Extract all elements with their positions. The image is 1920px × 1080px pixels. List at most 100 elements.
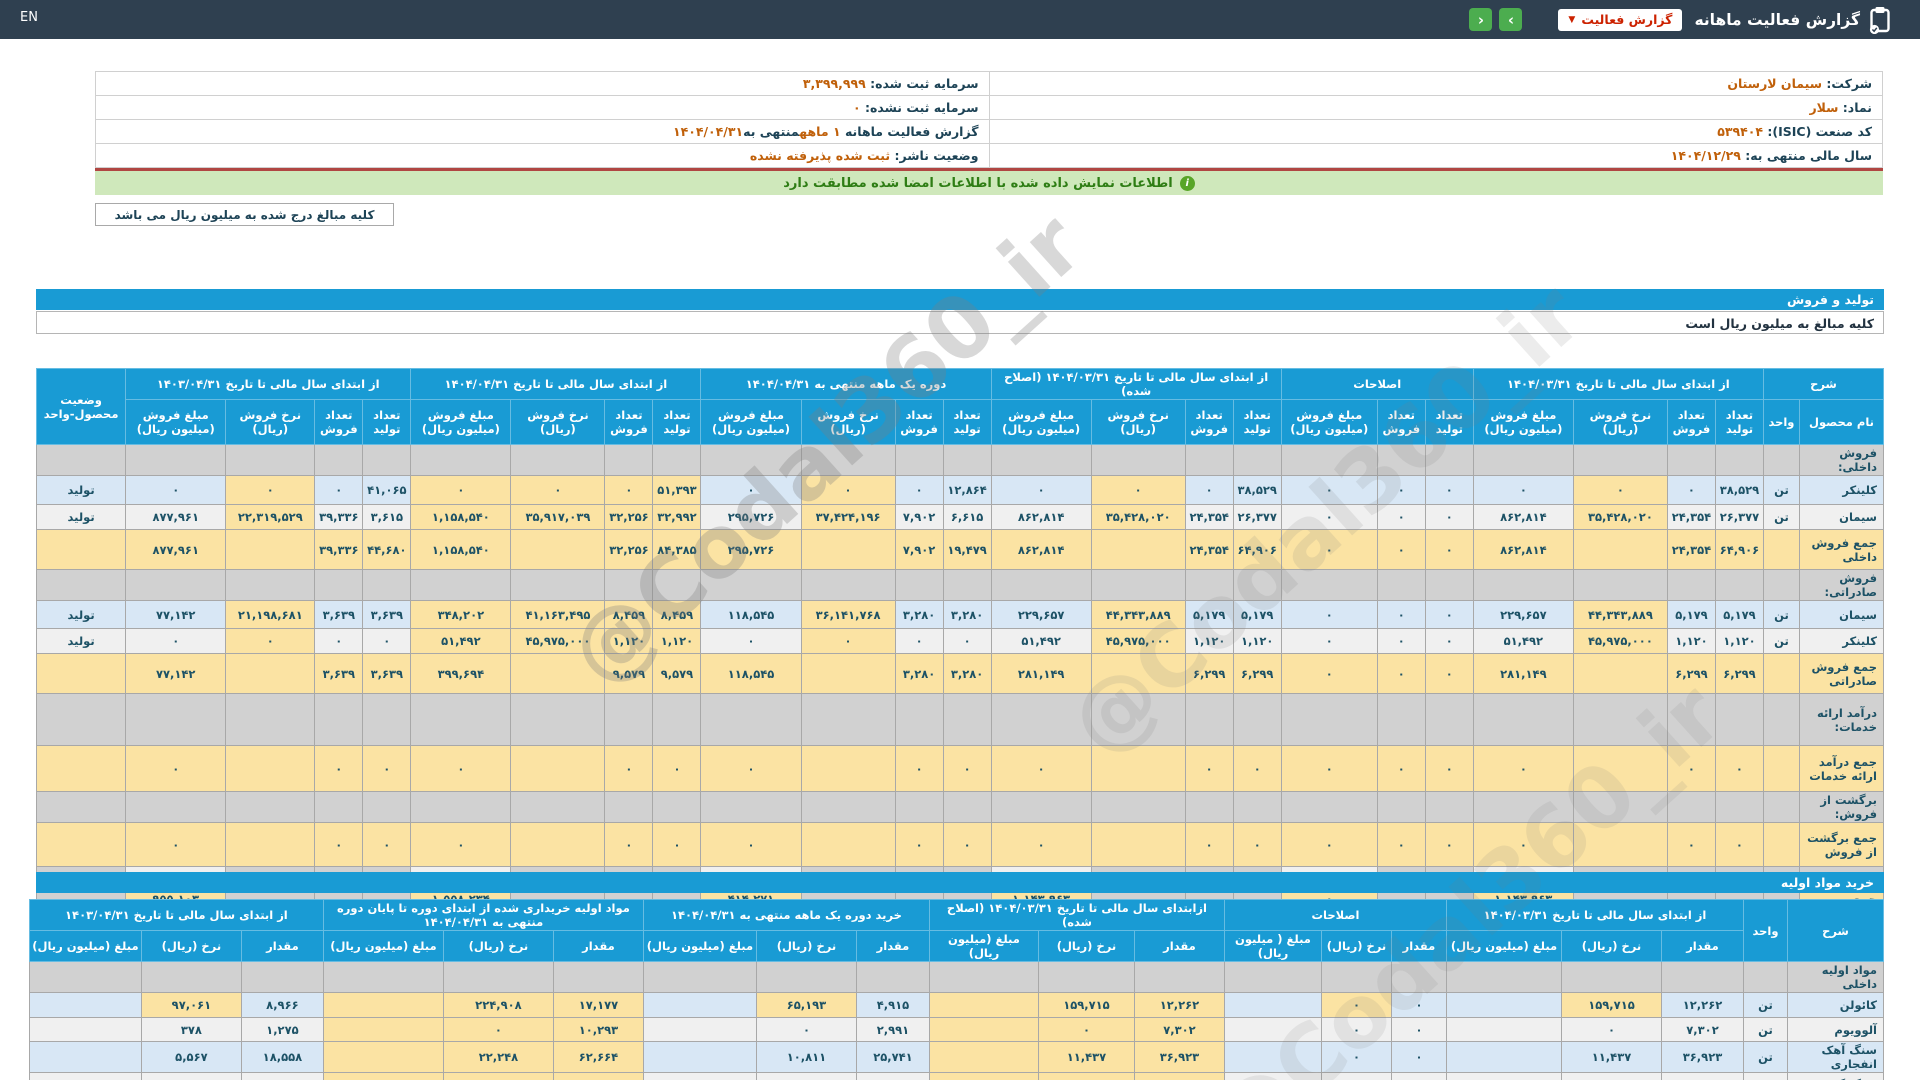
cell: ۲۹۵,۷۲۶ [700, 529, 802, 570]
cell: ۰ [362, 628, 412, 654]
group-header: دوره یک ماهه منتهی به ۱۴۰۴/۰۴/۳۱ [700, 368, 992, 400]
cell: ۰ [362, 745, 412, 792]
cell: ۲۶,۳۷۷ [1714, 504, 1764, 530]
cell: ۲۴,۳۵۴ [1184, 504, 1234, 530]
cell: ۱۰,۸۱۱ [755, 1041, 857, 1073]
table-row: جمع درآمد ارائه خدمات ۰ ۰ ۰ ۰ ۰ ۰ ۰ ۰ ۰ ۰ ۰ ۰ ۰ ۰ ۰ ۰ ۰ ۰ [35, 745, 1885, 792]
cell: ۲۵,۷۴۱ [855, 1041, 930, 1073]
cell: ۰ [1666, 822, 1716, 867]
cell: ۰ [1037, 1017, 1135, 1042]
cell [362, 791, 412, 823]
cell [1472, 791, 1574, 823]
next-report-button[interactable]: › [1499, 8, 1523, 31]
cell [1184, 791, 1234, 823]
table-row: کائولن تن ۱۲,۲۶۲ ۱۵۹,۷۱۵ ۰ ۰ ۱۲,۲۶۲ ۱۵۹,۷۱۵ ۴,۹۱… [28, 992, 1884, 1018]
cell [510, 745, 606, 792]
table-row: کلینکر تن ۳۸,۵۲۹ ۰ ۰ ۰ ۰ ۰ ۰ ۳۸,۵۲۹ ۰ ۰ ۰ ۱۲,۸۶۴ ۰ ۰ ۰ ۵۱… [35, 475, 1885, 505]
column-header: تعداد تولید [652, 399, 702, 445]
column-header: مبلغ فروش (میلیون ریال) [410, 399, 512, 445]
topbar-right-group: گزارش فعالیت ماهانه گزارش فعالیت ▼ › ‹ [1469, 0, 1892, 39]
column-header: مبلغ (میلیون ریال) [642, 930, 757, 962]
table-row: جمع فروش صادراتی ۶,۲۹۹ ۶,۲۹۹ ۲۸۱,۱۴۹ ۰ ۰ ۰ ۶,۲۹… [35, 653, 1885, 694]
cell [362, 444, 412, 476]
cell: ۶۵,۱۹۳ [755, 992, 857, 1018]
cell [1223, 1072, 1322, 1080]
cell: ۰ [1714, 822, 1764, 867]
row-label: مواد اولیه داخلی [1787, 961, 1884, 993]
table-row: کلینکر تن ۱,۱۲۰ ۱,۱۲۰ ۴۵,۹۷۵,۰۰۰ ۵۱,۴۹۲ ۰ ۰ ۰ ۱,۱… [35, 628, 1885, 654]
row-label: سیمان [1798, 504, 1885, 530]
cell [225, 693, 316, 746]
cell [410, 569, 512, 601]
cell [700, 444, 802, 476]
cell [28, 992, 142, 1018]
column-header: تعداد فروش [1376, 399, 1426, 445]
cell [1280, 569, 1378, 601]
cell: ۰ [1666, 745, 1716, 792]
cell [928, 1041, 1039, 1073]
cell [942, 791, 992, 823]
cell: ۳۷,۴۲۴,۱۹۶ [800, 504, 896, 530]
cell [314, 791, 364, 823]
row-label: کلینکر [1798, 475, 1885, 505]
cell [1376, 693, 1426, 746]
cell: ۲۱,۱۹۸,۶۸۱ [225, 600, 316, 629]
report-type-dropdown[interactable]: گزارش فعالیت ▼ [1558, 8, 1683, 31]
cell [800, 444, 896, 476]
cell: ۰ [942, 628, 992, 654]
cell: ۰ [1572, 475, 1668, 505]
info-cell: وضعیت ناشر: ثبت شده پذیرفته نشده [95, 143, 990, 168]
info-row: سال مالی منتهی به: ۱۴۰۴/۱۲/۲۹ وضعیت ناشر:… [95, 143, 1883, 168]
cell: ۵,۱۷۹ [1714, 600, 1764, 629]
cell: ۱,۱۲۰ [1232, 628, 1282, 654]
column-header: واحد [1762, 399, 1800, 445]
cell [410, 444, 512, 476]
cell: ۵۱,۳۹۳ [652, 475, 702, 505]
info-value: ۰ [852, 100, 861, 115]
cell: ۱۶,۷۲۶ [1561, 1072, 1662, 1080]
cell: ۲۲۹,۶۵۷ [990, 600, 1092, 629]
cell: ۰ [1320, 1072, 1392, 1080]
table-row: مواد اولیه داخلی [28, 961, 1884, 993]
previous-report-button[interactable]: ‹ [1469, 8, 1493, 31]
cell: تن [1743, 1041, 1788, 1073]
cell [642, 1072, 757, 1080]
cell [942, 569, 992, 601]
cell: ۱۸,۵۵۸ [240, 1041, 324, 1073]
cell: ۰ [1376, 600, 1426, 629]
info-label: کد صنعت (ISIC): [1763, 124, 1872, 139]
column-header: مبلغ (میلیون ریال) [28, 930, 142, 962]
cell: ۰ [1424, 653, 1474, 694]
table-row: فروش داخلی: [35, 444, 1885, 476]
cell [800, 693, 896, 746]
cell [652, 791, 702, 823]
cell [510, 444, 606, 476]
info-label: نماد: [1838, 100, 1872, 115]
cell: ۲۴,۳۵۴ [1666, 504, 1716, 530]
language-switch-en[interactable]: EN [20, 10, 38, 25]
cell: ۱,۱۲۰ [652, 628, 702, 654]
cell [990, 444, 1092, 476]
cell [700, 791, 802, 823]
info-cell: کد صنعت (ISIC): ۵۳۹۴۰۴ [988, 119, 1883, 144]
cell [442, 961, 554, 993]
cell [800, 653, 896, 694]
cell: ۸۴,۳۸۵ [652, 529, 702, 570]
cell: ۰ [1424, 475, 1474, 505]
cell [314, 693, 364, 746]
cell: ۰ [755, 1017, 857, 1042]
cell: ۳۹,۳۳۶ [314, 504, 364, 530]
cell [1424, 791, 1474, 823]
cell [1376, 444, 1426, 476]
cell: ۸۷۷,۹۶۱ [125, 504, 227, 530]
cell: ۲۶,۳۷۷ [1232, 504, 1282, 530]
info-row: نماد: سلار سرمایه ثبت نشده: ۰ [95, 95, 1883, 120]
cell [35, 791, 127, 823]
cell: ۱۹,۴۷۹ [942, 529, 992, 570]
cell: ۲۸۱,۱۴۹ [990, 653, 1092, 694]
column-header: وضعیت محصول-واحد [35, 368, 127, 445]
cell: ۴۴,۳۴۳,۸۸۹ [1090, 600, 1186, 629]
cell [1572, 653, 1668, 694]
table-row: جمع برگشت از فروش ۰ ۰ ۰ ۰ ۰ ۰ ۰ ۰ ۰ ۰ ۰ ۰ ۰ ۰ ۰ ۰ ۰ ۰ [35, 822, 1885, 867]
production-sales-section-bar: تولید و فروش [36, 289, 1884, 310]
